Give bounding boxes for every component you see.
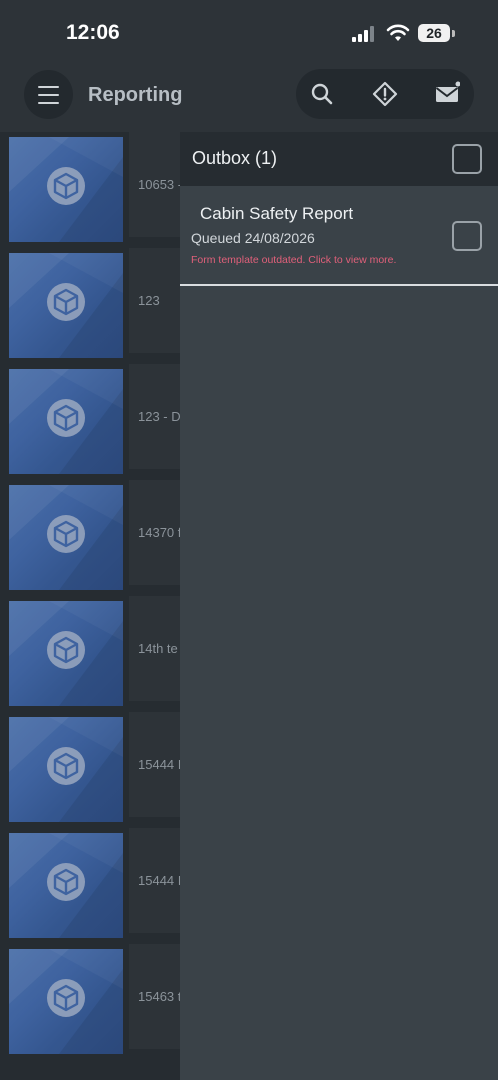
list-item-label-box: 14th te [129, 596, 180, 701]
thumbnail [9, 717, 123, 822]
app-header: Reporting [0, 62, 498, 132]
list-item[interactable]: 123 - D [0, 364, 180, 474]
list-item-label: 14370 f [138, 525, 180, 540]
status-bar: 12:06 26 [0, 0, 498, 62]
list-item-label-box: 14370 f [129, 480, 180, 585]
list-item-label-box: 123 [129, 248, 180, 353]
list-item-label: 123 - D [138, 409, 180, 424]
report-status: Queued 24/08/2026 [191, 230, 315, 246]
status-time: 12:06 [66, 21, 120, 44]
cellular-signal-icon [352, 26, 378, 42]
outbox-title: Outbox (1) [192, 148, 278, 168]
item-checkbox[interactable] [452, 221, 482, 251]
thumbnail [9, 601, 123, 706]
list-item-label-box: 123 - D [129, 364, 180, 469]
thumbnail [9, 137, 123, 242]
warning-diamond-icon[interactable] [372, 81, 398, 107]
list-item-label: 15444 I [138, 757, 180, 772]
page-title: Reporting [88, 84, 183, 106]
list-item-label-box: 15444 I [129, 828, 180, 933]
report-title: Cabin Safety Report [200, 204, 354, 223]
search-icon[interactable] [309, 81, 335, 107]
thumbnail [9, 253, 123, 358]
list-item[interactable]: 10653 - [0, 132, 180, 242]
list-item-label: 15444 I [138, 873, 180, 888]
mail-icon[interactable] [434, 81, 460, 107]
list-item-label: 14th te [138, 641, 178, 656]
thumbnail [9, 949, 123, 1054]
list-item[interactable]: 14th te [0, 596, 180, 706]
menu-button[interactable] [24, 70, 73, 119]
thumbnail [9, 369, 123, 474]
outbox-header: Outbox (1) [180, 132, 498, 186]
list-item-label-box: 15463 t [129, 944, 180, 1049]
list-item[interactable]: 15444 I [0, 828, 180, 938]
outbox-item[interactable]: Cabin Safety Report Queued 24/08/2026 Fo… [180, 186, 498, 286]
battery-indicator: 26 [418, 24, 450, 42]
wifi-icon [386, 24, 410, 41]
report-warning[interactable]: Form template outdated. Click to view mo… [191, 254, 396, 266]
battery-tip [452, 30, 455, 37]
thumbnail [9, 485, 123, 590]
list-item-label-box: 15444 I [129, 712, 180, 817]
list-item-label: 10653 - [138, 177, 180, 192]
list-item-label: 123 [138, 293, 160, 308]
thumbnail [9, 833, 123, 938]
list-item-label-box: 10653 - [129, 132, 180, 237]
list-item[interactable]: 15463 t [0, 944, 180, 1054]
list-item[interactable]: 123 [0, 248, 180, 358]
list-item[interactable]: 14370 f [0, 480, 180, 590]
select-all-checkbox[interactable] [452, 144, 482, 174]
report-list: 10653 - 123 123 - D 14370 f 14th te 1544… [0, 132, 180, 1080]
battery-level: 26 [426, 25, 442, 41]
header-actions [296, 69, 474, 119]
outbox-panel: Outbox (1) Cabin Safety Report Queued 24… [180, 132, 498, 1080]
list-item[interactable]: 15444 I [0, 712, 180, 822]
list-item-label: 15463 t [138, 989, 180, 1004]
